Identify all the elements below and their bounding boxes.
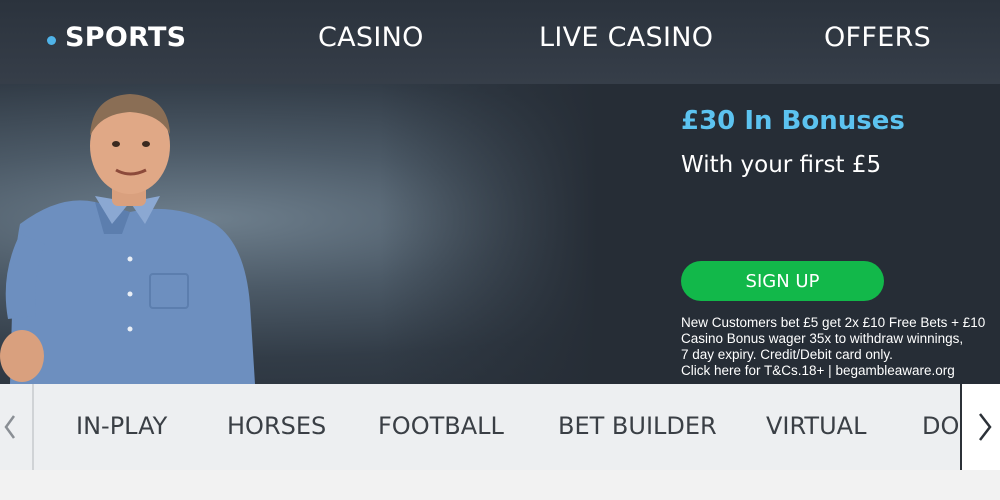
top-navigation: SPORTS CASINO LIVE CASINO OFFERS — [0, 0, 1000, 84]
active-indicator-dot — [47, 36, 56, 45]
subnav-item-football[interactable]: FOOTBALL — [378, 412, 504, 440]
sports-subnav: IN-PLAY HORSES FOOTBALL BET BUILDER VIRT… — [0, 384, 1000, 470]
nav-item-casino[interactable]: CASINO — [318, 22, 424, 53]
promo-banner[interactable]: £30 In Bonuses With your first £5 SIGN U… — [0, 84, 1000, 384]
promo-subtitle: With your first £5 — [681, 152, 882, 178]
subnav-item-bet-builder[interactable]: BET BUILDER — [558, 412, 717, 440]
nav-item-offers[interactable]: OFFERS — [824, 22, 931, 53]
promo-title: £30 In Bonuses — [681, 106, 905, 136]
scroll-left-button[interactable] — [0, 384, 32, 470]
scroll-right-button[interactable] — [962, 384, 1000, 470]
page-background — [0, 470, 1000, 500]
subnav-item-dogs[interactable]: DOGS — [920, 384, 960, 470]
promo-terms: New Customers bet £5 get 2x £10 Free Bet… — [681, 315, 1000, 379]
sign-up-button[interactable]: SIGN UP — [681, 261, 884, 301]
subnav-item-virtual[interactable]: VIRTUAL — [766, 412, 866, 440]
terms-line: Casino Bonus wager 35x to withdraw winni… — [681, 331, 964, 346]
subnav-item-in-play[interactable]: IN-PLAY — [76, 412, 167, 440]
chevron-right-icon — [979, 413, 992, 441]
nav-item-sports[interactable]: SPORTS — [65, 22, 186, 53]
chevron-left-icon — [4, 415, 16, 439]
ambassador-photo — [0, 94, 255, 384]
subnav-item-dogs-label: DOGS — [922, 412, 960, 440]
divider — [32, 384, 34, 470]
subnav-item-horses[interactable]: HORSES — [227, 412, 326, 440]
nav-item-live-casino[interactable]: LIVE CASINO — [539, 22, 713, 53]
terms-line: 7 day expiry. Credit/Debit card only. — [681, 347, 893, 362]
terms-line: New Customers bet £5 get 2x £10 Free Bet… — [681, 315, 986, 330]
terms-link[interactable]: Click here for T&Cs.18+ | begambleaware.… — [681, 363, 1000, 379]
